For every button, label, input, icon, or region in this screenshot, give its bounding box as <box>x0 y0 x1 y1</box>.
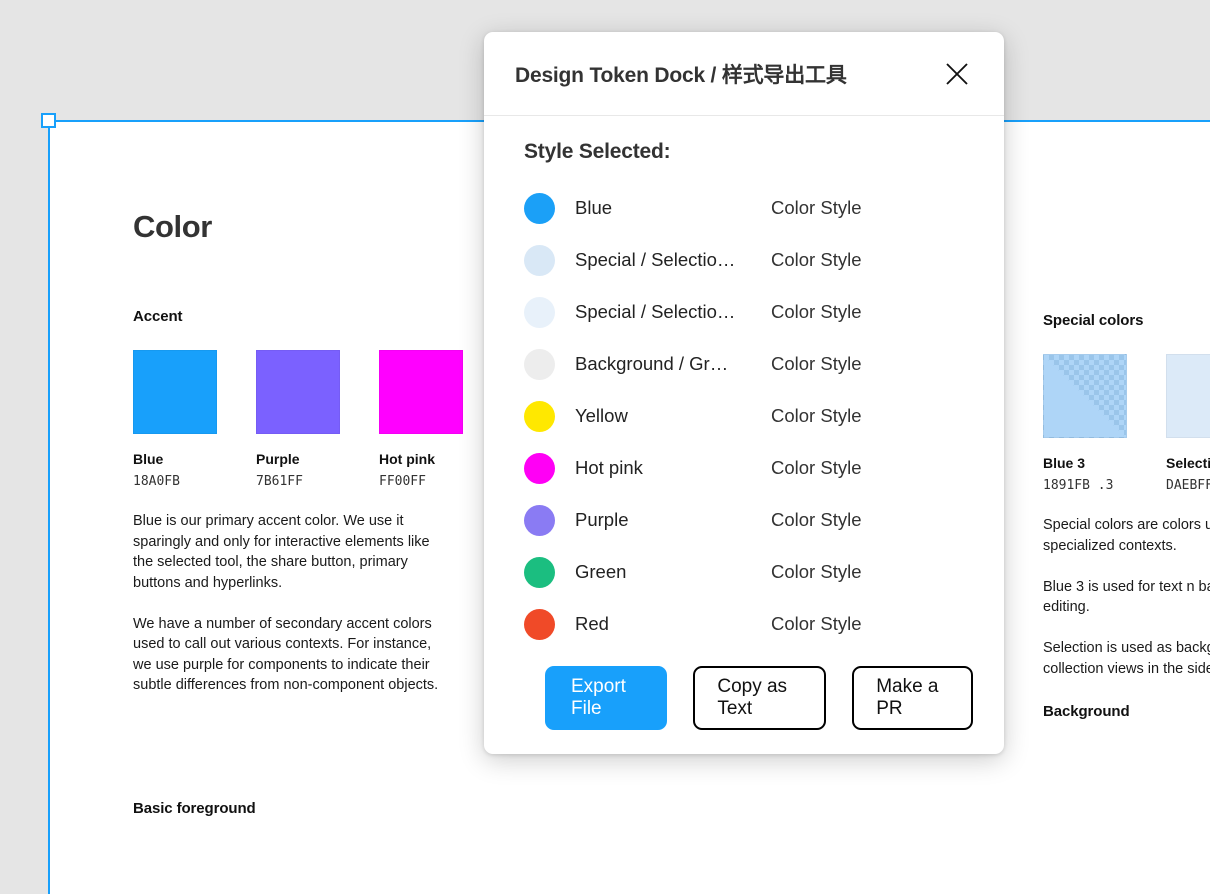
style-type: Color Style <box>771 613 862 634</box>
style-type: Color Style <box>771 509 862 530</box>
copy-as-text-button[interactable]: Copy as Text <box>693 666 827 730</box>
style-type: Color Style <box>771 405 862 426</box>
accent-swatch-row: Blue 18A0FB Purple 7B61FF Hot pink FF00F… <box>133 350 493 489</box>
swatch-hex: FF00FF <box>379 474 426 489</box>
paragraph: Selection is used as background for cell… <box>1043 640 1210 677</box>
list-item[interactable]: Special / Selectio… Color Style <box>524 234 973 286</box>
paragraph: Blue 3 is used for text n background whe… <box>1043 578 1210 616</box>
style-type: Color Style <box>771 457 862 478</box>
design-token-dock-modal: Design Token Dock / 样式导出工具 Style Selecte… <box>484 32 1004 754</box>
style-type: Color Style <box>771 249 862 270</box>
color-dot-icon <box>524 192 555 224</box>
paragraph: Blue is our primary accent color. We use… <box>133 513 430 591</box>
style-name: Purple <box>575 509 629 530</box>
style-name: Special / Selectio… <box>575 301 736 322</box>
make-a-pr-button[interactable]: Make a PR <box>852 666 973 730</box>
swatch-cell-hot-pink[interactable]: Hot pink FF00FF <box>379 350 463 489</box>
style-name: Blue <box>575 197 613 218</box>
style-list: Blue Color Style Special / Selectio… Col… <box>524 182 973 650</box>
color-dot-icon <box>524 348 555 380</box>
list-item[interactable]: Background / Gr… Color Style <box>524 338 973 390</box>
color-section-left: Color Accent Blue 18A0FB Purple 7B61FF H… <box>133 122 493 817</box>
color-dot-icon <box>524 556 555 588</box>
special-swatch-row: Blue 3 1891FB .3 Selection DAEBFF <box>1043 354 1210 493</box>
accent-description: Blue is our primary accent color. We use… <box>133 511 453 696</box>
paragraph: Special colors are colors used for speci… <box>1043 517 1210 554</box>
swatch-name: Selection <box>1166 455 1210 471</box>
swatch-name: Hot pink <box>379 451 435 467</box>
swatch-name: Purple <box>256 451 300 467</box>
close-button[interactable] <box>940 57 974 91</box>
special-colors-description: Special colors are colors used for speci… <box>1043 515 1210 679</box>
color-swatch[interactable] <box>379 350 463 434</box>
special-colors-label: Special colors <box>1043 312 1144 329</box>
style-type: Color Style <box>771 561 862 582</box>
style-name: Special / Selectio… <box>575 249 736 270</box>
color-swatch[interactable] <box>133 350 217 434</box>
list-item[interactable]: Hot pink Color Style <box>524 442 973 494</box>
background-label: Background <box>1043 703 1130 720</box>
style-name: Hot pink <box>575 457 643 478</box>
color-dot-icon <box>524 296 555 328</box>
list-item[interactable]: Purple Color Style <box>524 494 973 546</box>
list-item[interactable]: Red Color Style <box>524 598 973 650</box>
swatch-name: Blue 3 <box>1043 455 1086 471</box>
accent-section-label: Accent <box>133 308 183 325</box>
swatch-hex: 1891FB .3 <box>1043 478 1114 493</box>
style-name: Yellow <box>575 405 628 426</box>
color-section-right: Special colors Blue 3 1891FB .3 Selectio… <box>1043 122 1210 720</box>
list-item[interactable]: Green Color Style <box>524 546 973 598</box>
page-title: Color <box>133 209 212 244</box>
color-swatch-transparent[interactable] <box>1043 354 1127 438</box>
color-dot-icon <box>524 452 555 484</box>
screen-root: Color Accent Blue 18A0FB Purple 7B61FF H… <box>0 0 1210 894</box>
style-name: Green <box>575 561 627 582</box>
modal-body: Style Selected: Blue Color Style Special… <box>484 116 1004 754</box>
swatch-hex: 7B61FF <box>256 474 303 489</box>
style-type: Color Style <box>771 301 862 322</box>
modal-actions: Export File Copy as Text Make a PR <box>524 650 973 730</box>
swatch-cell-blue[interactable]: Blue 18A0FB <box>133 350 217 489</box>
modal-title: Design Token Dock / 样式导出工具 <box>515 63 847 87</box>
list-item[interactable]: Blue Color Style <box>524 182 973 234</box>
swatch-hex: DAEBFF <box>1166 478 1210 493</box>
style-name: Red <box>575 613 609 634</box>
color-swatch[interactable] <box>1166 354 1210 438</box>
swatch-cell-selection[interactable]: Selection DAEBFF <box>1166 354 1210 493</box>
paragraph: We have a number of secondary accent col… <box>133 615 439 694</box>
list-item[interactable]: Special / Selectio… Color Style <box>524 286 973 338</box>
modal-header: Design Token Dock / 样式导出工具 <box>484 32 1004 116</box>
style-name: Background / Gr… <box>575 353 729 374</box>
color-dot-icon <box>524 400 555 432</box>
close-icon <box>944 61 970 87</box>
style-type: Color Style <box>771 197 862 218</box>
swatch-cell-blue-3[interactable]: Blue 3 1891FB .3 <box>1043 354 1127 493</box>
color-swatch[interactable] <box>256 350 340 434</box>
color-dot-icon <box>524 504 555 536</box>
export-file-button[interactable]: Export File <box>545 666 668 730</box>
selection-handle[interactable] <box>41 113 56 128</box>
list-item[interactable]: Yellow Color Style <box>524 390 973 442</box>
color-dot-icon <box>524 608 555 640</box>
swatch-hex: 18A0FB <box>133 474 180 489</box>
swatch-name: Blue <box>133 451 164 467</box>
swatch-cell-purple[interactable]: Purple 7B61FF <box>256 350 340 489</box>
basic-foreground-label: Basic foreground <box>133 799 256 817</box>
style-selected-heading: Style Selected: <box>524 140 671 163</box>
color-dot-icon <box>524 244 555 276</box>
style-type: Color Style <box>771 353 862 374</box>
